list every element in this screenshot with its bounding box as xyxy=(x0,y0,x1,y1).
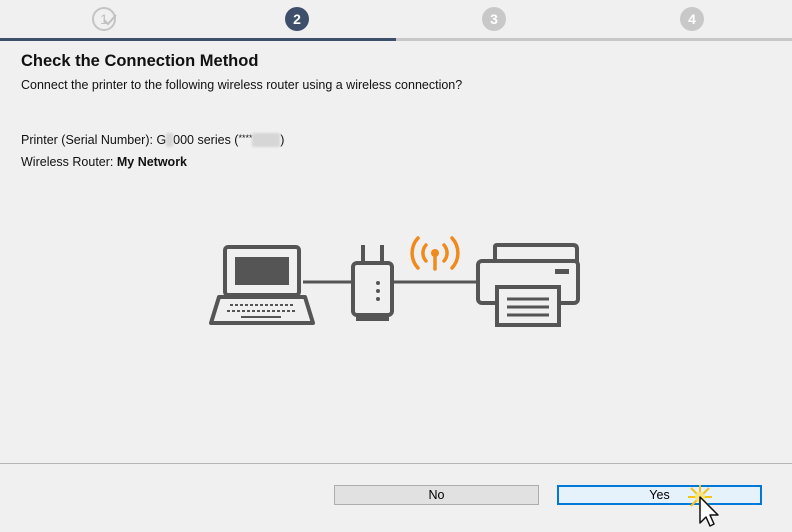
footer-separator xyxy=(0,463,792,464)
router-label: Wireless Router: xyxy=(21,155,117,169)
mouse-cursor-icon xyxy=(688,485,719,527)
page-subtitle: Connect the printer to the following wir… xyxy=(21,78,463,92)
no-button[interactable]: No xyxy=(334,485,539,505)
printer-icon xyxy=(476,243,580,327)
printer-serial-visible: **** xyxy=(238,133,253,143)
printer-model-prefix: G xyxy=(156,133,167,147)
printer-label: Printer (Serial Number): xyxy=(21,133,157,147)
router-name: My Network xyxy=(116,155,188,169)
printer-model-suffix: 000 series ( xyxy=(173,133,239,147)
router-info: Wireless Router: My Network xyxy=(21,155,187,169)
progress-track xyxy=(0,38,792,41)
printer-serial-hidden: 1234 xyxy=(252,133,281,147)
step-4: 4 xyxy=(680,7,704,31)
progress-fill xyxy=(0,38,396,41)
yes-button[interactable]: Yes xyxy=(557,485,762,505)
laptop-icon xyxy=(209,245,315,325)
connection-diagram xyxy=(209,236,580,327)
step-2: 2 xyxy=(285,7,309,31)
printer-close-paren: ) xyxy=(280,133,285,147)
step-3: 3 xyxy=(482,7,506,31)
step-indicator: 1 2 3 4 xyxy=(0,0,792,40)
router-icon xyxy=(351,245,394,321)
checkmark-icon xyxy=(103,14,117,26)
printer-model-hidden: 2 xyxy=(166,133,174,147)
wireless-signal-icon xyxy=(410,236,460,271)
printer-info: Printer (Serial Number): G2000 series (*… xyxy=(21,133,284,147)
page-title: Check the Connection Method xyxy=(21,52,259,70)
